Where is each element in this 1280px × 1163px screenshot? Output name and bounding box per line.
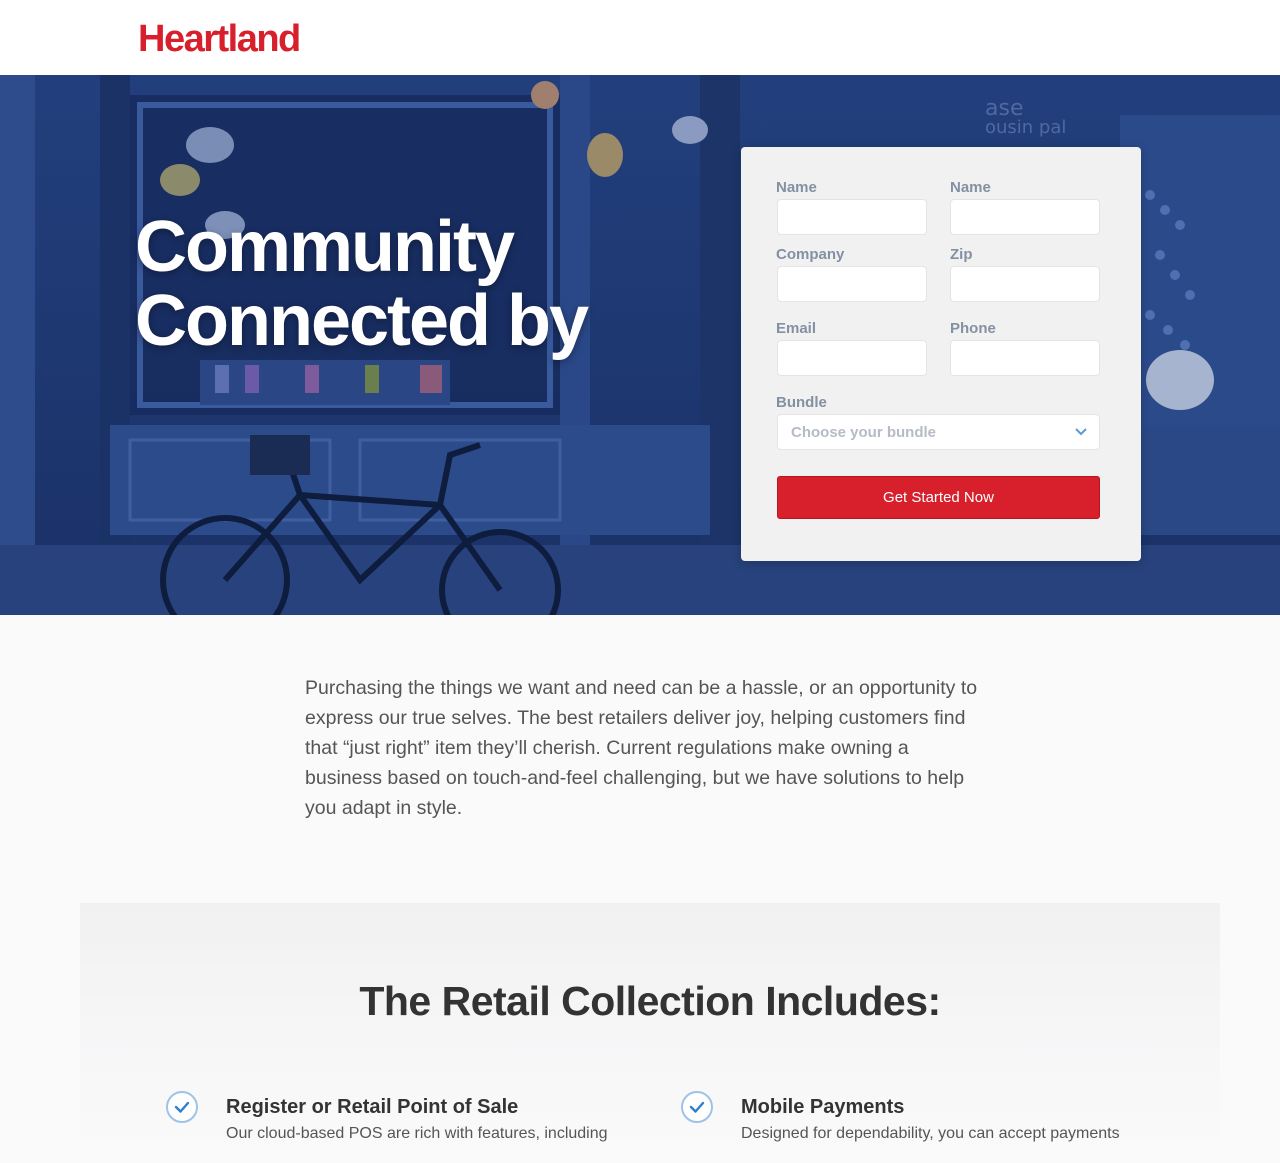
bundle-label: Bundle [776, 394, 827, 411]
feature-description: Designed for dependability, you can acce… [741, 1125, 1120, 1142]
email-input[interactable] [777, 340, 927, 376]
first-name-label: Name [776, 179, 817, 196]
last-name-input[interactable] [950, 199, 1100, 235]
hero-headline-line1: Community [135, 207, 515, 287]
zip-label: Zip [950, 246, 973, 263]
email-label: Email [776, 320, 817, 337]
chevron-down-icon [1075, 428, 1087, 436]
lead-form: Name Name Company Zip Email Phone Bundle… [741, 147, 1141, 561]
last-name-label: Name [950, 179, 991, 196]
feature-description: Our cloud-based POS are rich with featur… [226, 1125, 608, 1142]
bundle-select-placeholder: Choose your bundle [791, 424, 937, 441]
check-circle-icon [681, 1091, 713, 1123]
company-input[interactable] [777, 266, 927, 302]
get-started-button[interactable]: Get Started Now [777, 476, 1100, 519]
feature-title: Mobile Payments [741, 1096, 905, 1118]
heartland-logo[interactable]: Heartland [138, 18, 301, 61]
hero-headline: Community Connected by [135, 207, 589, 361]
svg-text:ousin pal: ousin pal [985, 117, 1066, 138]
hero-section: ase ousin pal Community Connected by Nam… [0, 75, 1280, 615]
phone-input[interactable] [950, 340, 1100, 376]
bundle-select[interactable]: Choose your bundle [777, 414, 1100, 450]
hero-headline-line2: Connected by [135, 281, 589, 361]
check-circle-icon [166, 1091, 198, 1123]
first-name-input[interactable] [777, 199, 927, 235]
collection-title: The Retail Collection Includes: [359, 978, 941, 1024]
site-header: Heartland [0, 0, 1280, 75]
retail-collection-section: The Retail Collection Includes: Register… [80, 903, 1220, 1163]
zip-input[interactable] [950, 266, 1100, 302]
intro-paragraph: Purchasing the things we want and need c… [305, 677, 978, 819]
feature-title: Register or Retail Point of Sale [226, 1096, 519, 1118]
phone-label: Phone [950, 320, 996, 337]
company-label: Company [776, 246, 845, 263]
